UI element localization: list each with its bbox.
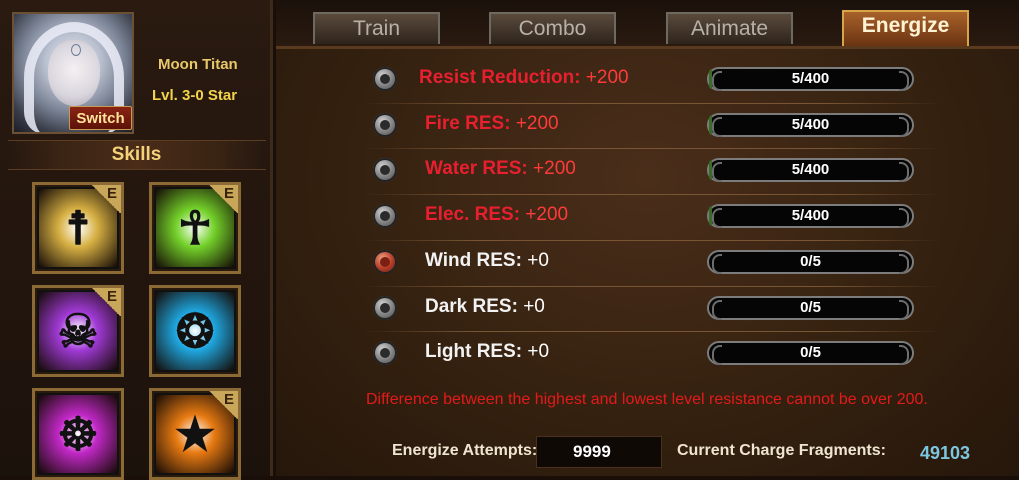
resistance-name: Water RES:: [425, 158, 528, 179]
resistance-label: Fire RES: +200: [425, 113, 559, 135]
vortex-skill-icon[interactable]: ❂: [149, 285, 241, 377]
skill-rank-label: E: [223, 391, 234, 408]
radio-dot-icon: [380, 303, 390, 313]
tab-bar: Train Combo Animate Energize: [276, 0, 1019, 49]
resistance-radio[interactable]: [373, 67, 397, 91]
resistance-progress-bar: 5/400: [707, 113, 914, 137]
resistance-value: +0: [527, 250, 549, 271]
radio-dot-icon: [380, 257, 390, 267]
resistance-progress-bar: 5/400: [707, 204, 914, 228]
radio-dot-icon: [380, 120, 390, 130]
resistance-label: Elec. RES: +200: [425, 204, 568, 226]
hero-panel: Switch Moon Titan Lvl. 3-0 Star Skills ☨…: [0, 0, 273, 480]
progress-text: 5/400: [791, 116, 830, 133]
resistance-value: +0: [527, 341, 550, 362]
skill-rank-label: E: [223, 185, 234, 202]
skill-glyph-icon: ☸: [57, 408, 99, 460]
tab-animate[interactable]: Animate: [666, 12, 793, 44]
progress-text: 0/5: [800, 253, 821, 270]
resistance-label: Wind RES: +0: [425, 250, 549, 272]
tab-train[interactable]: Train: [313, 12, 440, 44]
resistance-radio[interactable]: [373, 158, 397, 182]
warning-message: Difference between the highest and lowes…: [366, 391, 928, 408]
resistance-value: +200: [525, 204, 569, 225]
forehead-mark-icon: [71, 44, 81, 56]
resistance-radio[interactable]: [373, 341, 397, 365]
resistance-label: Dark RES: +0: [425, 296, 545, 318]
progress-text: 0/5: [800, 299, 821, 316]
resistance-radio[interactable]: [373, 250, 397, 274]
winged-staff-skill-icon[interactable]: ☥ E: [149, 182, 241, 274]
resistance-value: +200: [533, 158, 576, 179]
resistance-label: Resist Reduction: +200: [419, 67, 629, 89]
row-divider: [362, 331, 942, 332]
resistance-progress-bar: 0/5: [707, 341, 914, 365]
flame-skill-icon[interactable]: ★ E: [149, 388, 241, 480]
resistance-radio[interactable]: [373, 204, 397, 228]
radio-dot-icon: [380, 165, 390, 175]
resistance-label: Water RES: +200: [425, 158, 576, 180]
resistance-radio[interactable]: [373, 113, 397, 137]
tab-energize[interactable]: Energize: [842, 10, 969, 46]
charge-fragments-label: Current Charge Fragments:: [677, 442, 886, 459]
progress-text: 5/400: [791, 70, 830, 87]
resistance-name: Dark RES:: [425, 296, 518, 317]
progress-text: 5/400: [791, 207, 830, 224]
skill-rank-label: E: [106, 185, 117, 202]
skill-rank-badge: E: [208, 391, 238, 419]
charge-fragments-value: 49103: [920, 443, 971, 463]
radio-dot-icon: [380, 211, 390, 221]
row-divider: [362, 240, 942, 241]
resistance-progress-bar: 5/400: [707, 67, 914, 91]
skills-title: Skills: [111, 144, 162, 165]
row-divider: [362, 148, 942, 149]
resistance-label: Light RES: +0: [425, 341, 549, 363]
skill-artwork: ☸: [39, 395, 117, 473]
hero-name: Moon Titan: [158, 56, 238, 73]
row-divider: [362, 103, 942, 104]
skill-rank-label: E: [106, 288, 117, 305]
row-divider: [362, 286, 942, 287]
radio-dot-icon: [380, 74, 390, 84]
energize-attempts-input[interactable]: [536, 436, 662, 468]
demon-skill-icon[interactable]: ☠ E: [32, 285, 124, 377]
skill-rank-badge: E: [208, 185, 238, 213]
resistance-name: Wind RES:: [425, 250, 522, 271]
resistance-value: +200: [585, 67, 629, 88]
resistance-name: Resist Reduction:: [419, 67, 581, 88]
hero-level: Lvl. 3-0 Star: [152, 87, 238, 104]
skill-rank-badge: E: [91, 185, 121, 213]
tab-combo[interactable]: Combo: [489, 12, 616, 44]
rune-skill-icon[interactable]: ☨ E: [32, 182, 124, 274]
resistance-name: Light RES:: [425, 341, 523, 362]
skull-skill-icon[interactable]: ☸: [32, 388, 124, 480]
skill-artwork: ❂: [156, 292, 234, 370]
progress-text: 0/5: [800, 344, 821, 361]
row-divider: [362, 194, 942, 195]
resistance-radio[interactable]: [373, 296, 397, 320]
resistance-value: +0: [523, 296, 545, 317]
skill-rank-badge: E: [91, 288, 121, 316]
energize-content: Resist Reduction: +200 5/400 Fire RES: +20…: [276, 49, 1019, 476]
resistance-progress-bar: 0/5: [707, 250, 914, 274]
resistance-progress-bar: 5/400: [707, 158, 914, 182]
energize-attempts-label: Energize Attempts:: [392, 442, 538, 459]
skill-glyph-icon: ❂: [175, 305, 215, 357]
resistance-name: Elec. RES:: [425, 204, 521, 225]
resistance-name: Fire RES:: [425, 113, 511, 134]
progress-text: 5/400: [791, 161, 830, 178]
resistance-value: +200: [515, 113, 559, 134]
radio-dot-icon: [380, 348, 390, 358]
switch-hero-button[interactable]: Switch: [69, 106, 132, 130]
resistance-progress-bar: 0/5: [707, 296, 914, 320]
energize-panel: Train Combo Animate Energize Resist Redu…: [276, 0, 1019, 476]
